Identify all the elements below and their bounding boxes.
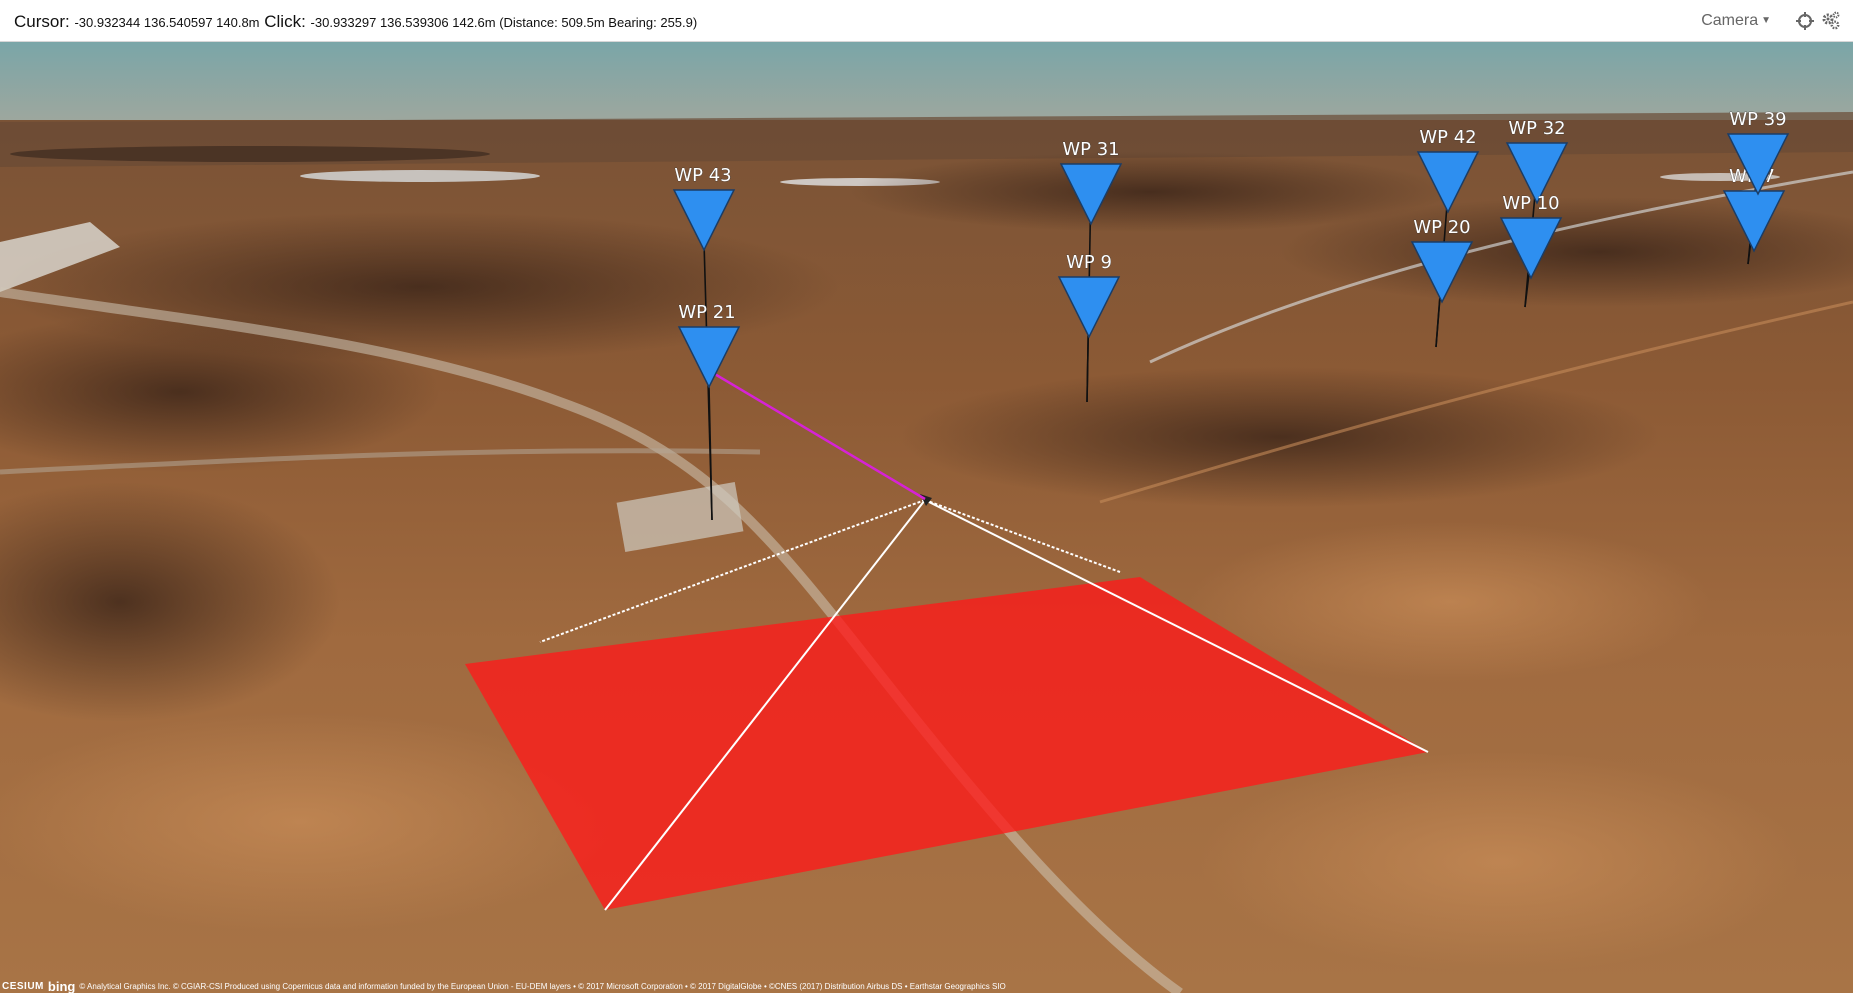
map-toolbar: Cursor: -30.932344 136.540597 140.8m Cli…: [0, 0, 1853, 42]
bing-logo[interactable]: bing: [48, 979, 75, 993]
waypoint-label: WP 43: [674, 165, 731, 186]
camera-dropdown[interactable]: Camera ▼: [1701, 12, 1771, 30]
waypoint-label: WP 20: [1413, 217, 1470, 238]
waypoint-label: WP 32: [1508, 118, 1565, 139]
dark-ridge: [10, 146, 490, 162]
waypoint-label: WP 10: [1502, 193, 1559, 214]
attribution-text: © Analytical Graphics Inc. © CGIAR-CSI P…: [79, 981, 1006, 991]
coordinate-readout: Cursor: -30.932344 136.540597 140.8m Cli…: [14, 12, 697, 32]
waypoint-label: WP 31: [1062, 139, 1119, 160]
map-viewport[interactable]: WP 43 WP 21 WP 31 WP 9 WP 42 WP 20 WP 32: [0, 42, 1853, 993]
waypoint-label: WP 21: [678, 302, 735, 323]
salt-flat: [300, 170, 540, 182]
map-canvas[interactable]: WP 43 WP 21 WP 31 WP 9 WP 42 WP 20 WP 32: [0, 42, 1853, 993]
sky: [0, 42, 1853, 122]
click-value: -30.933297 136.539306 142.6m (Distance: …: [310, 15, 698, 30]
waypoint-label: WP 39: [1729, 109, 1786, 130]
crosshair-icon[interactable]: [1795, 11, 1815, 31]
cursor-label: Cursor:: [14, 12, 70, 31]
cursor-value: -30.932344 136.540597 140.8m: [74, 15, 260, 30]
waypoint-label: WP 9: [1066, 252, 1112, 273]
terrain-shadow: [900, 367, 1660, 507]
terrain-highlight: [1200, 752, 1800, 972]
attribution-bar: CESIUM bing © Analytical Graphics Inc. ©…: [0, 979, 1853, 993]
caret-down-icon: ▼: [1761, 15, 1771, 26]
cesium-logo[interactable]: CESIUM: [2, 981, 44, 992]
gears-icon[interactable]: [1821, 11, 1841, 31]
waypoint-label: WP 42: [1419, 127, 1476, 148]
camera-dropdown-label: Camera: [1701, 12, 1759, 29]
click-label: Click:: [264, 12, 306, 31]
